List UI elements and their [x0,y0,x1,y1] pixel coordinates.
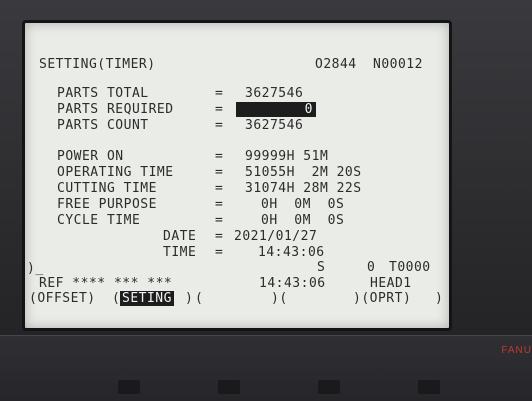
equals-sign: = [215,213,224,228]
operating-time-value: 51055H 2M 20S [245,165,362,180]
operating-time-label: OPERATING TIME [57,165,174,180]
softkey-blank-1[interactable]: ( [195,291,203,306]
free-purpose-value: 0H 0M 0S [261,197,345,212]
parts-required-label: PARTS REQUIRED [57,102,174,117]
power-on-label: POWER ON [57,149,124,164]
cnc-screen: SETTING(TIMER) O2844 N00012 PARTS TOTAL … [22,20,452,331]
free-purpose-label: FREE PURPOSE [57,197,157,212]
tool-number: T0000 [389,260,431,275]
softkey-seting[interactable]: SETING [120,291,174,306]
parts-count-label: PARTS COUNT [57,118,149,133]
spindle-label: S [317,260,326,275]
parts-total-value: 3627546 [245,86,304,101]
brand-logo: FANU [501,345,532,356]
mode-status: REF **** *** *** [39,276,173,291]
program-number: O2844 [315,57,357,72]
softkey-blank-2[interactable]: )( [271,291,288,306]
softkey-bracket: ) [435,291,444,306]
vent-slot [318,380,340,394]
cycle-time-label: CYCLE TIME [57,213,141,228]
equals-sign: = [215,86,224,101]
time-value: 14:43:06 [258,245,325,260]
cutting-time-value: 31074H 28M 22S [245,181,362,196]
parts-required-field[interactable]: 0 [236,102,316,117]
vent-slot [218,380,240,394]
page-title: SETTING(TIMER) [39,57,156,72]
time-label: TIME [163,245,197,260]
softkey-bracket: ) [185,291,194,306]
parts-count-value: 3627546 [245,118,304,133]
equals-sign: = [215,229,224,244]
equals-sign: = [215,181,224,196]
sequence-number: N00012 [373,57,423,72]
equals-sign: = [215,102,224,117]
equals-sign: = [215,165,224,180]
equals-sign: = [215,245,224,260]
equals-sign: = [215,197,224,212]
control-panel-edge [0,335,532,401]
status-clock: 14:43:06 [259,276,326,291]
power-on-value: 99999H 51M [245,149,329,164]
date-label: DATE [163,229,197,244]
date-value: 2021/01/27 [234,229,318,244]
input-prompt[interactable]: )_ [27,261,44,276]
softkey-bracket: ( [112,291,121,306]
softkey-offset[interactable]: (OFFSET) [29,291,96,306]
equals-sign: = [215,118,224,133]
vent-slot [118,380,140,394]
cutting-time-label: CUTTING TIME [57,181,157,196]
head-indicator: HEAD1 [370,276,412,291]
softkey-oprt[interactable]: )(OPRT) [353,291,411,306]
equals-sign: = [215,149,224,164]
vent-slot [418,380,440,394]
parts-total-label: PARTS TOTAL [57,86,149,101]
cycle-time-value: 0H 0M 0S [261,213,345,228]
spindle-value: 0 [367,260,376,275]
